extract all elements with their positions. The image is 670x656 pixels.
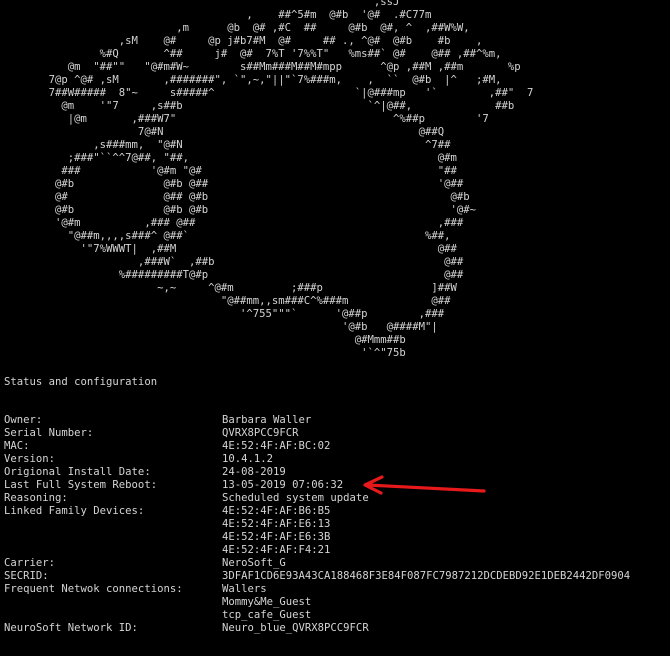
field-label: Linked Family Devices: — [4, 505, 145, 517]
info-row-secrid: SECRID: 3DFAF1CD6E93A43CA188468F3E84F087F… — [4, 570, 630, 583]
field-label — [4, 518, 222, 531]
field-label: Reasoning: — [4, 492, 68, 504]
field-label: Owner: — [4, 414, 43, 426]
field-label: SECRID: — [4, 570, 49, 582]
field-value: Mommy&Me_Guest — [222, 596, 312, 608]
info-row-carrier: Carrier: NeroSoft_G — [4, 557, 630, 570]
info-row-network-id: NeuroSoft Network ID: Neuro_blue_QVRX8PCC… — [4, 622, 630, 635]
field-label — [4, 596, 222, 609]
field-label — [4, 544, 222, 557]
field-value: 24-08-2019 — [222, 466, 286, 478]
field-value: tcp_cafe_Guest — [222, 609, 312, 621]
field-label — [4, 531, 222, 544]
field-label: Frequent Netwok connections: — [4, 583, 183, 595]
info-row-mac: MAC: 4E:52:4F:AF:BC:02 — [4, 440, 630, 453]
field-value: Wallers — [222, 583, 267, 595]
field-value: NeroSoft_G — [222, 557, 286, 569]
status-info-table: Owner: Barbara Waller Serial Number: QVRX8… — [4, 414, 630, 635]
field-value: 4E:52:4F:AF:E6:13 — [222, 518, 331, 530]
field-value: Barbara Waller — [222, 414, 312, 426]
info-row-version: Version: 10.4.1.2 — [4, 453, 630, 466]
field-value: QVRX8PCC9FCR — [222, 427, 299, 439]
info-row-reasoning: Reasoning: Scheduled system update — [4, 492, 630, 505]
info-row-owner: Owner: Barbara Waller — [4, 414, 630, 427]
field-value: 10.4.1.2 — [222, 453, 274, 465]
field-value: 4E:52:4F:AF:E6:3B — [222, 531, 331, 543]
field-label: Serial Number: — [4, 427, 94, 439]
info-row-linked-devices-cont: 4E:52:4F:AF:F4:21 — [4, 544, 630, 557]
field-value: Neuro_blue_QVRX8PCC9FCR — [222, 622, 369, 634]
info-row-last-reboot: Last Full System Reboot: 13-05-2019 07:06… — [4, 479, 630, 492]
field-label: Origional Install Date: — [4, 466, 151, 478]
field-value: 4E:52:4F:AF:F4:21 — [222, 544, 331, 556]
red-arrow-icon — [363, 475, 486, 495]
field-label: Version: — [4, 453, 56, 465]
field-label — [4, 609, 222, 622]
field-label: Carrier: — [4, 557, 56, 569]
field-value: 13-05-2019 07:06:32 — [222, 479, 344, 491]
field-value: 3DFAF1CD6E93A43CA188468F3E84F087FC798721… — [222, 570, 631, 582]
ascii-art-logo: ,ssJ , ##^5#m @#b '@# .#C77m ,m @b @# ,#… — [48, 0, 534, 359]
field-label: NeuroSoft Network ID: — [4, 622, 138, 634]
field-value: Scheduled system update — [222, 492, 369, 504]
info-row-linked-devices-cont: 4E:52:4F:AF:E6:13 — [4, 518, 630, 531]
info-row-linked-devices: Linked Family Devices: 4E:52:4F:AF:B6:B5 — [4, 505, 630, 518]
field-label: Last Full System Reboot: — [4, 479, 158, 491]
info-row-linked-devices-cont: 4E:52:4F:AF:E6:3B — [4, 531, 630, 544]
info-row-network-connections: Frequent Netwok connections: Wallers — [4, 583, 630, 596]
info-row-network-connections-cont: Mommy&Me_Guest — [4, 596, 630, 609]
info-row-serial-number: Serial Number: QVRX8PCC9FCR — [4, 427, 630, 440]
field-value: 4E:52:4F:AF:BC:02 — [222, 440, 331, 452]
info-row-install-date: Origional Install Date: 24-08-2019 — [4, 466, 630, 479]
field-value: 4E:52:4F:AF:B6:B5 — [222, 505, 331, 517]
field-label: MAC: — [4, 440, 30, 452]
info-row-network-connections-cont: tcp_cafe_Guest — [4, 609, 630, 622]
section-heading: Status and configuration — [4, 376, 158, 388]
